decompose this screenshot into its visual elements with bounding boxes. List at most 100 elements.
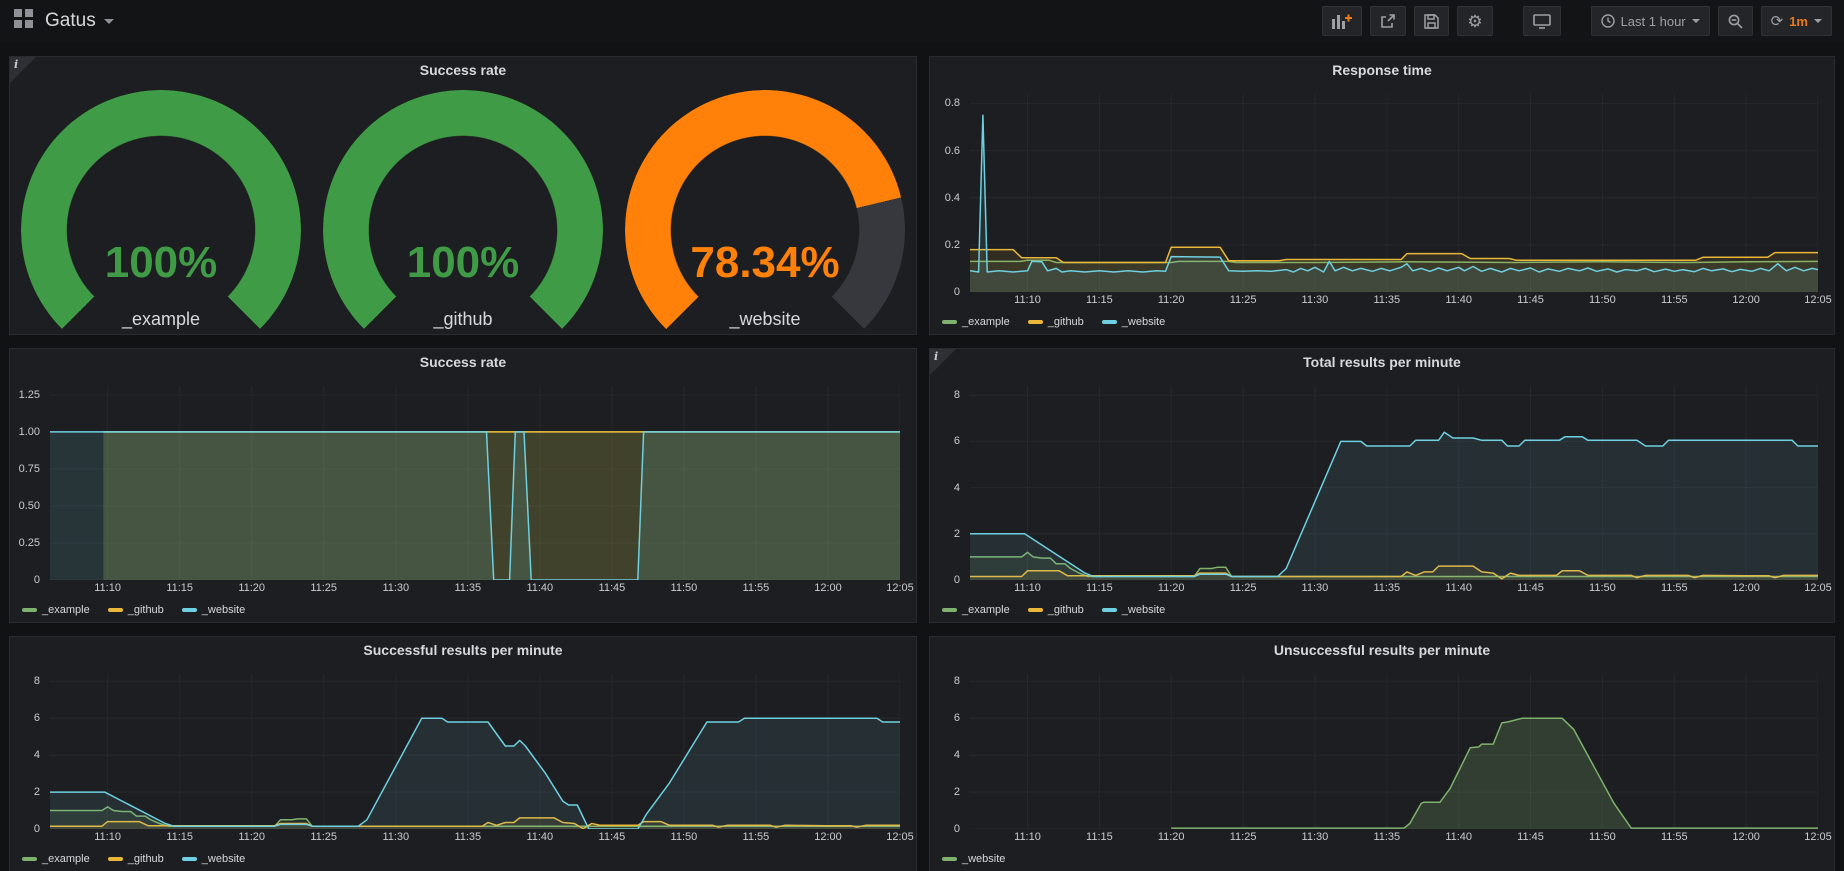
panel-info-corner[interactable]: i bbox=[930, 349, 956, 375]
plot-area[interactable] bbox=[970, 674, 1818, 829]
x-tick-label: 11:20 bbox=[1148, 294, 1194, 306]
refresh-picker[interactable]: ⟳ 1m bbox=[1761, 6, 1832, 36]
x-tick-label: 11:15 bbox=[157, 582, 203, 594]
add-panel-button[interactable] bbox=[1322, 6, 1362, 36]
chevron-down-icon bbox=[104, 19, 114, 24]
x-tick-label: 11:30 bbox=[1292, 294, 1338, 306]
legend-swatch bbox=[1102, 320, 1117, 324]
gauge-value: 78.34% bbox=[625, 238, 905, 288]
x-tick-label: 11:20 bbox=[1148, 582, 1194, 594]
legend-swatch bbox=[182, 608, 197, 612]
y-tick-label: 0.50 bbox=[19, 500, 40, 512]
x-tick-label: 11:40 bbox=[517, 831, 563, 843]
y-tick-label: 8 bbox=[34, 675, 40, 687]
x-tick-label: 11:50 bbox=[1579, 294, 1625, 306]
x-tick-label: 11:55 bbox=[1651, 582, 1697, 594]
x-tick-label: 11:20 bbox=[229, 831, 275, 843]
gauge-value: 100% bbox=[21, 238, 301, 288]
legend-label: _github bbox=[128, 604, 164, 616]
x-tick-label: 11:45 bbox=[589, 831, 635, 843]
legend-label: _github bbox=[1048, 604, 1084, 616]
y-tick-label: 0.6 bbox=[945, 145, 960, 157]
panel-title[interactable]: Success rate bbox=[10, 57, 916, 84]
y-tick-label: 6 bbox=[34, 712, 40, 724]
save-dashboard-button[interactable] bbox=[1414, 6, 1449, 36]
x-tick-label: 11:20 bbox=[1148, 831, 1194, 843]
legend-item[interactable]: _website bbox=[1102, 604, 1165, 616]
legend-item[interactable]: _example bbox=[22, 604, 90, 616]
legend-item[interactable]: _website bbox=[182, 604, 245, 616]
legend: _website bbox=[942, 850, 1826, 868]
panel-title[interactable]: Unsuccessful results per minute bbox=[930, 637, 1834, 664]
refresh-interval-label: 1m bbox=[1789, 14, 1808, 29]
refresh-icon: ⟳ bbox=[1771, 14, 1784, 29]
panel-title[interactable]: Successful results per minute bbox=[10, 637, 916, 664]
time-range-picker[interactable]: Last 1 hour bbox=[1591, 6, 1710, 36]
info-icon: i bbox=[14, 58, 18, 71]
panel-title[interactable]: Total results per minute bbox=[930, 349, 1834, 376]
legend-label: _website bbox=[202, 853, 245, 865]
legend-label: _github bbox=[128, 853, 164, 865]
x-tick-label: 11:40 bbox=[1436, 294, 1482, 306]
gauge-arc bbox=[21, 90, 301, 335]
x-tick-label: 11:45 bbox=[589, 582, 635, 594]
plot-area[interactable] bbox=[50, 386, 900, 580]
x-tick-label: 11:35 bbox=[445, 831, 491, 843]
y-tick-label: 1.00 bbox=[19, 426, 40, 438]
legend-item[interactable]: _github bbox=[1028, 604, 1084, 616]
top-navbar: Gatus ⚙ bbox=[0, 0, 1844, 42]
legend-item[interactable]: _website bbox=[1102, 316, 1165, 328]
legend-swatch bbox=[1028, 320, 1043, 324]
y-tick-label: 0.2 bbox=[945, 239, 960, 251]
dashboards-grid-icon[interactable] bbox=[14, 9, 33, 33]
legend-swatch bbox=[942, 608, 957, 612]
legend-swatch bbox=[942, 320, 957, 324]
dashboard-title-dropdown[interactable]: Gatus bbox=[45, 10, 114, 32]
plot-area[interactable] bbox=[50, 674, 900, 829]
cycle-view-mode-button[interactable] bbox=[1523, 6, 1561, 36]
plot-area[interactable] bbox=[970, 386, 1818, 580]
x-axis: 11:1011:1511:2011:2511:3011:3511:4011:45… bbox=[50, 831, 900, 847]
time-range-label: Last 1 hour bbox=[1621, 14, 1686, 29]
legend-item[interactable]: _example bbox=[942, 316, 1010, 328]
y-tick-label: 0 bbox=[954, 823, 960, 835]
y-tick-label: 4 bbox=[34, 749, 40, 761]
legend-label: _example bbox=[42, 853, 90, 865]
x-tick-label: 11:50 bbox=[1579, 831, 1625, 843]
legend-swatch bbox=[22, 857, 37, 861]
x-tick-label: 11:10 bbox=[1005, 831, 1051, 843]
legend-swatch bbox=[1102, 608, 1117, 612]
plot-area[interactable] bbox=[970, 94, 1818, 292]
gauge-example: 100% _example bbox=[10, 84, 312, 334]
dashboard-settings-button[interactable]: ⚙ bbox=[1457, 6, 1492, 36]
x-tick-label: 11:30 bbox=[373, 582, 419, 594]
panel-info-corner[interactable]: i bbox=[10, 57, 36, 83]
legend-item[interactable]: _github bbox=[108, 604, 164, 616]
x-tick-label: 11:45 bbox=[1508, 831, 1554, 843]
x-tick-label: 11:30 bbox=[373, 831, 419, 843]
y-tick-label: 4 bbox=[954, 749, 960, 761]
x-tick-label: 11:35 bbox=[1364, 582, 1410, 594]
panel-title[interactable]: Success rate bbox=[10, 349, 916, 376]
y-tick-label: 1.25 bbox=[19, 389, 40, 401]
gauge-arc bbox=[625, 90, 905, 335]
x-tick-label: 12:05 bbox=[877, 831, 917, 843]
legend-item[interactable]: _github bbox=[108, 853, 164, 865]
panel-title[interactable]: Response time bbox=[930, 57, 1834, 84]
x-tick-label: 12:05 bbox=[877, 582, 917, 594]
legend-item[interactable]: _website bbox=[182, 853, 245, 865]
legend-label: _website bbox=[962, 853, 1005, 865]
legend-item[interactable]: _github bbox=[1028, 316, 1084, 328]
share-dashboard-button[interactable] bbox=[1370, 6, 1406, 36]
gauge-website: 78.34% _website bbox=[614, 84, 916, 334]
legend-item[interactable]: _website bbox=[942, 853, 1005, 865]
legend-item[interactable]: _example bbox=[942, 604, 1010, 616]
zoom-out-button[interactable] bbox=[1718, 6, 1753, 36]
legend: _example _github _website bbox=[22, 850, 908, 868]
legend-item[interactable]: _example bbox=[22, 853, 90, 865]
dashboard-grid: i Success rate 100% _example 100% _githu… bbox=[0, 42, 1844, 871]
x-tick-label: 11:55 bbox=[1651, 831, 1697, 843]
info-icon: i bbox=[934, 350, 938, 363]
gauge-label: _example bbox=[10, 309, 312, 330]
gear-icon: ⚙ bbox=[1467, 13, 1482, 30]
